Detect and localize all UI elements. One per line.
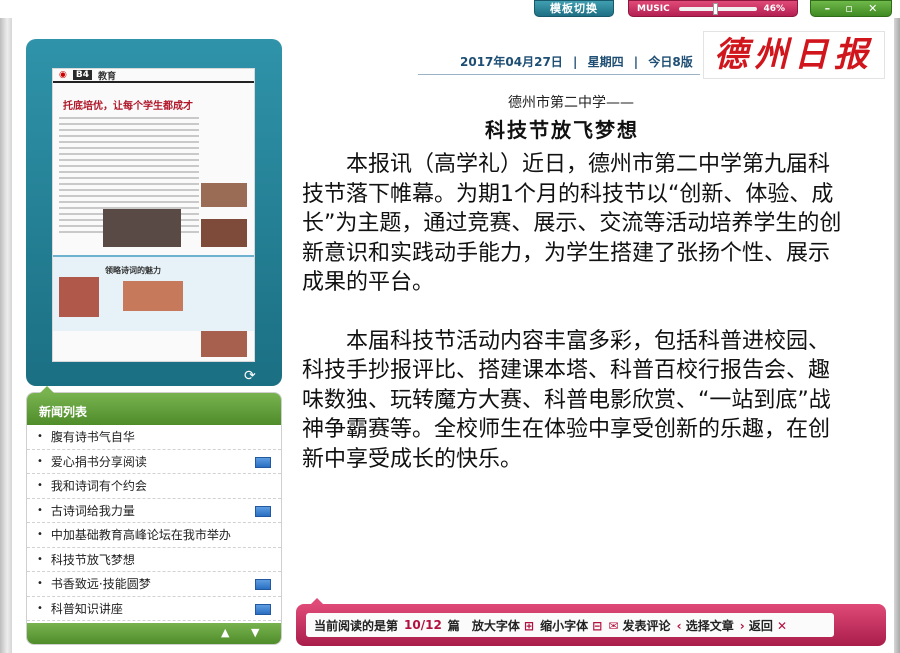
bullet-icon: • [37, 504, 43, 516]
plus-icon: ⊞ [519, 618, 535, 633]
shrink-font-button[interactable]: 缩小字体 ⊟ [540, 617, 602, 634]
newspaper-logo: 德州日报 [703, 31, 885, 79]
news-list-item[interactable]: • 爱心捐书分享阅读 [27, 450, 281, 474]
page-thumbnail[interactable]: ◉ B4 教育 托底培优，让每个学生都成才 领略诗词的魅力 [52, 68, 255, 362]
list-header-notch [40, 386, 54, 393]
page-photo [201, 219, 247, 247]
news-list: • 腹有诗书气自华 • 爱心捐书分享阅读 • 我和诗词有个约会 • 古诗词给我力量 • 中加基础教… [27, 425, 281, 621]
article-title: 科技节放飞梦想 [485, 118, 639, 142]
music-volume-slider[interactable] [712, 3, 718, 15]
shrink-font-label: 缩小字体 [540, 618, 589, 633]
reading-suffix: 篇 [447, 618, 460, 633]
music-player[interactable]: MUSIC 46% [628, 0, 798, 17]
minus-icon: ⊟ [588, 618, 603, 633]
page-photo [103, 209, 181, 247]
bullet-icon: • [37, 553, 43, 565]
image-icon [255, 456, 271, 468]
page-number: B4 [72, 70, 92, 80]
page-thumbnail-header: ◉ B4 教育 [53, 69, 254, 83]
paper-logo-icon: ◉ [59, 70, 67, 80]
page-headline: 托底培优，让每个学生都成才 [63, 101, 193, 112]
left-border [0, 18, 12, 653]
issue-weekday: 星期四 [587, 55, 624, 69]
scroll-down-icon[interactable]: ▼ [251, 626, 259, 639]
select-article-label: 选择文章 [685, 618, 734, 633]
right-border [894, 18, 900, 653]
music-volume-track[interactable] [679, 7, 757, 11]
news-list-footer: ▲ ▼ [27, 623, 281, 644]
page-frame: 模板切换 MUSIC 46% – ▫ ✕ ◉ B4 教育 托底培优，让每个学生都… [0, 0, 900, 653]
date-bar: 2017年04月27日 | 星期四 | 今日8版 [418, 53, 700, 75]
news-list-item-label: 我和诗词有个约会 [50, 479, 147, 494]
music-label: MUSIC [637, 4, 670, 14]
window-controls: – ▫ ✕ [810, 0, 892, 17]
article-paragraph: 本报讯（高学礼）近日，德州市第二中学第九届科技节落下帷幕。为期1个月的科技节以“… [302, 152, 842, 295]
article-paragraph: 本届科技节活动内容丰富多彩，包括科普进校园、科技手抄报评比、搭建课本塔、科普百校… [302, 328, 831, 472]
issue-date: 2017年04月27日 [460, 55, 563, 69]
bullet-icon: • [37, 455, 43, 467]
news-list-item-label: 科技节放飞梦想 [50, 552, 135, 567]
comment-button[interactable]: ✉ 发表评论 [608, 617, 670, 634]
page-feature-block: 领略诗词的魅力 [53, 255, 254, 331]
separator: | [633, 55, 639, 69]
article-subtitle: 德州市第二中学—— [508, 95, 634, 111]
close-icon[interactable]: ✕ [868, 1, 877, 16]
page-photo [59, 277, 99, 317]
scroll-up-icon[interactable]: ▲ [221, 626, 229, 639]
reading-toolbar-inner: 当前阅读的是第 10/12 篇 放大字体 ⊞ 缩小字体 ⊟ ✉ 发表评论 ‹ 选… [306, 613, 834, 637]
news-list-panel: 新闻列表 • 腹有诗书气自华 • 爱心捐书分享阅读 • 我和诗词有个约会 • 古诗词给我力量 •… [26, 392, 282, 645]
image-icon [255, 579, 271, 590]
news-list-item[interactable]: • 中加基础教育高峰论坛在我市举办 [27, 523, 281, 548]
page-section: 教育 [97, 71, 116, 82]
page-photo [201, 183, 247, 207]
reading-position: 10/12 [404, 618, 442, 632]
news-list-item-label: 科普知识讲座 [50, 601, 123, 616]
refresh-icon[interactable]: ⟳ [244, 368, 256, 384]
chevron-left-icon: ‹ [676, 618, 686, 633]
news-list-item-label: 爱心捐书分享阅读 [50, 454, 147, 469]
minimize-icon[interactable]: – [825, 1, 831, 16]
news-list-item[interactable]: • 腹有诗书气自华 [27, 425, 281, 450]
back-button[interactable]: › 返回 ✕ [740, 617, 787, 634]
news-list-item[interactable]: • 古诗词给我力量 [27, 499, 281, 523]
news-list-item[interactable]: • 科技节放飞梦想 [27, 548, 281, 572]
news-list-item-label: 书香致远·技能圆梦 [50, 577, 151, 592]
news-list-title: 新闻列表 [27, 393, 281, 425]
news-list-item-label: 中加基础教育高峰论坛在我市举办 [50, 528, 231, 543]
maximize-icon[interactable]: ▫ [845, 1, 852, 16]
enlarge-font-button[interactable]: 放大字体 ⊞ [472, 617, 534, 634]
page-photo [123, 281, 183, 311]
back-label: 返回 [748, 618, 773, 633]
page-photo [201, 331, 247, 357]
image-icon [255, 603, 271, 615]
select-article-button[interactable]: ‹ 选择文章 [677, 617, 734, 634]
bullet-icon: • [37, 431, 43, 443]
mail-icon: ✉ [608, 618, 623, 633]
reading-prefix: 当前阅读的是第 [314, 618, 399, 633]
news-list-item[interactable]: • 我和诗词有个约会 [27, 474, 281, 499]
page-sub-headline: 领略诗词的魅力 [105, 266, 161, 275]
bullet-icon: • [37, 602, 43, 614]
news-list-item[interactable]: • 书香致远·技能圆梦 [27, 572, 281, 597]
bullet-icon: • [37, 529, 43, 541]
enlarge-font-label: 放大字体 [471, 618, 520, 633]
template-switch-button[interactable]: 模板切换 [534, 0, 614, 17]
reading-toolbar: 当前阅读的是第 10/12 篇 放大字体 ⊞ 缩小字体 ⊟ ✉ 发表评论 ‹ 选… [296, 604, 886, 646]
chevron-right-icon: › [739, 618, 749, 633]
article-body: 本报讯（高学礼）近日，德州市第二中学第九届科技节落下帷幕。为期1个月的科技节以“… [302, 150, 847, 503]
news-list-item-label: 古诗词给我力量 [50, 503, 135, 518]
close-small-icon: ✕ [772, 618, 788, 633]
issue-pages: 今日8版 [648, 55, 693, 69]
separator: | [573, 55, 578, 69]
comment-label: 发表评论 [622, 618, 671, 633]
music-volume-value: 46% [763, 4, 785, 14]
bullet-icon: • [37, 480, 43, 492]
news-list-item-label: 腹有诗书气自华 [50, 430, 135, 445]
news-list-item[interactable]: • 科普知识讲座 [27, 597, 281, 621]
toolbar-notch [310, 598, 324, 605]
image-icon [255, 505, 271, 517]
bullet-icon: • [37, 578, 43, 590]
